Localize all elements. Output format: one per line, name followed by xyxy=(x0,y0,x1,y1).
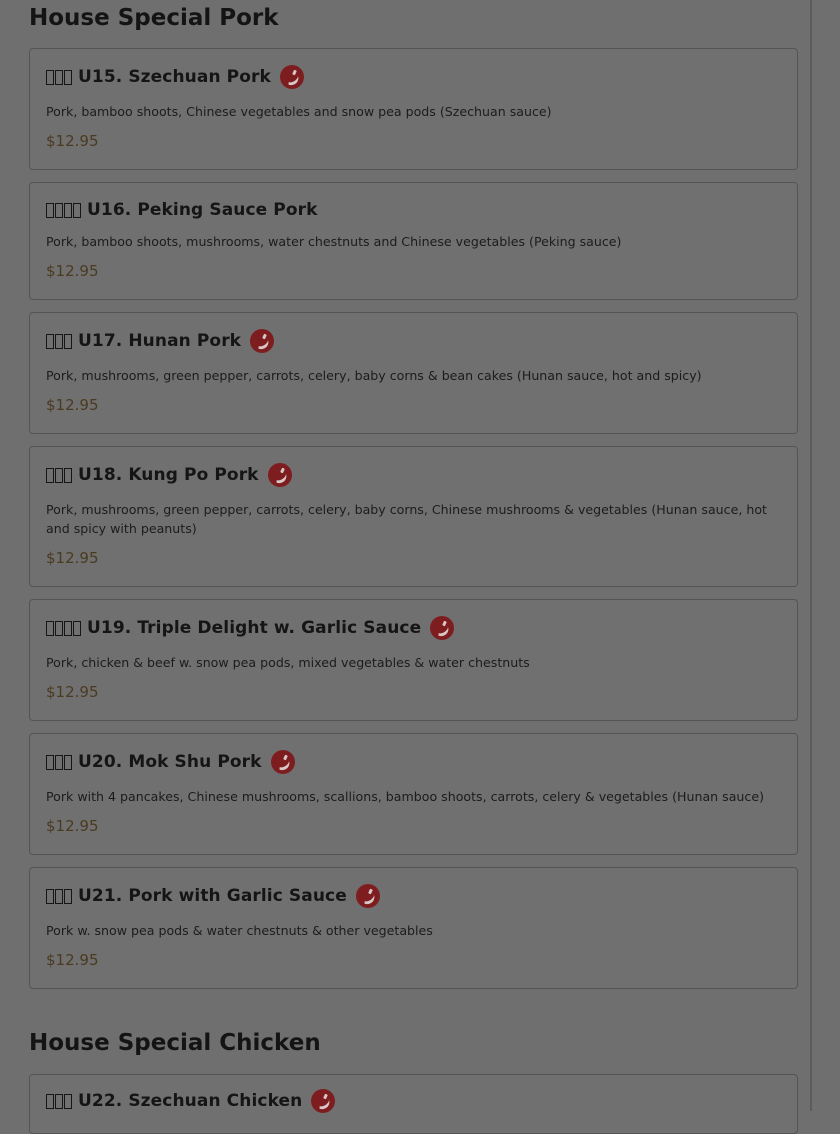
menu-item-name: U21. Pork with Garlic Sauce xyxy=(78,886,347,906)
chili-pepper-icon xyxy=(250,329,275,353)
menu-item-title: U20. Mok Shu Pork xyxy=(46,750,295,774)
menu-item-card[interactable]: U16. Peking Sauce Pork Pork, bamboo shoo… xyxy=(29,182,798,300)
menu-item-name: U15. Szechuan Pork xyxy=(78,67,271,87)
menu-item-title: U15. Szechuan Pork xyxy=(46,65,304,89)
chinese-name-glyphs xyxy=(46,620,81,636)
menu-item-name: U17. Hunan Pork xyxy=(78,331,242,351)
menu-item-price: $12.95 xyxy=(46,683,99,701)
chinese-name-glyphs xyxy=(46,467,72,483)
chili-pepper-icon xyxy=(267,463,292,487)
chili-pepper-icon xyxy=(430,616,455,640)
chili-pepper-icon xyxy=(270,750,295,774)
menu-item-title: U16. Peking Sauce Pork xyxy=(46,200,318,220)
menu-item-name: U19. Triple Delight w. Garlic Sauce xyxy=(87,618,422,638)
menu-item-title: U21. Pork with Garlic Sauce xyxy=(46,884,380,908)
menu-item-card[interactable]: U15. Szechuan Pork Pork, bamboo shoots, … xyxy=(29,48,798,170)
chili-pepper-icon xyxy=(311,1089,336,1113)
menu-item-name: U20. Mok Shu Pork xyxy=(78,752,262,772)
menu-item-title: U22. Szechuan Chicken xyxy=(46,1089,336,1113)
menu-item-title: U17. Hunan Pork xyxy=(46,329,275,353)
menu-item-card[interactable]: U19. Triple Delight w. Garlic Sauce Pork… xyxy=(29,599,798,721)
menu-item-description: Pork, mushrooms, green pepper, carrots, … xyxy=(46,502,767,536)
section-title-chicken: House Special Chicken xyxy=(29,1030,321,1056)
menu-item-card[interactable]: U17. Hunan Pork Pork, mushrooms, green p… xyxy=(29,312,798,434)
menu-item-card[interactable]: U18. Kung Po Pork Pork, mushrooms, green… xyxy=(29,446,798,587)
menu-item-card[interactable]: U22. Szechuan Chicken xyxy=(29,1074,798,1134)
section-title-pork: House Special Pork xyxy=(29,5,279,31)
chili-pepper-icon xyxy=(279,65,304,89)
menu-item-name: U18. Kung Po Pork xyxy=(78,465,259,485)
scrollbar-track[interactable] xyxy=(810,0,812,1111)
chili-pepper-icon xyxy=(355,884,380,908)
menu-item-title: U18. Kung Po Pork xyxy=(46,463,292,487)
chinese-name-glyphs xyxy=(46,1093,72,1109)
chinese-name-glyphs xyxy=(46,754,72,770)
menu-item-price: $12.95 xyxy=(46,549,99,567)
menu-item-price: $12.95 xyxy=(46,817,99,835)
menu-item-description: Pork, mushrooms, green pepper, carrots, … xyxy=(46,368,702,383)
menu-item-description: Pork, bamboo shoots, Chinese vegetables … xyxy=(46,104,552,119)
menu-item-card[interactable]: U21. Pork with Garlic Sauce Pork w. snow… xyxy=(29,867,798,989)
menu-item-description: Pork with 4 pancakes, Chinese mushrooms,… xyxy=(46,789,764,804)
menu-item-name: U16. Peking Sauce Pork xyxy=(87,200,318,220)
menu-item-price: $12.95 xyxy=(46,262,99,280)
menu-item-name: U22. Szechuan Chicken xyxy=(78,1091,303,1111)
menu-item-price: $12.95 xyxy=(46,396,99,414)
menu-item-description: Pork, bamboo shoots, mushrooms, water ch… xyxy=(46,234,622,249)
menu-item-description: Pork w. snow pea pods & water chestnuts … xyxy=(46,923,433,938)
menu-item-price: $12.95 xyxy=(46,951,99,969)
menu-item-title: U19. Triple Delight w. Garlic Sauce xyxy=(46,616,455,640)
chinese-name-glyphs xyxy=(46,333,72,349)
chinese-name-glyphs xyxy=(46,202,81,218)
chinese-name-glyphs xyxy=(46,69,72,85)
menu-item-description: Pork, chicken & beef w. snow pea pods, m… xyxy=(46,655,530,670)
menu-item-price: $12.95 xyxy=(46,132,99,150)
menu-item-card[interactable]: U20. Mok Shu Pork Pork with 4 pancakes, … xyxy=(29,733,798,855)
chinese-name-glyphs xyxy=(46,888,72,904)
